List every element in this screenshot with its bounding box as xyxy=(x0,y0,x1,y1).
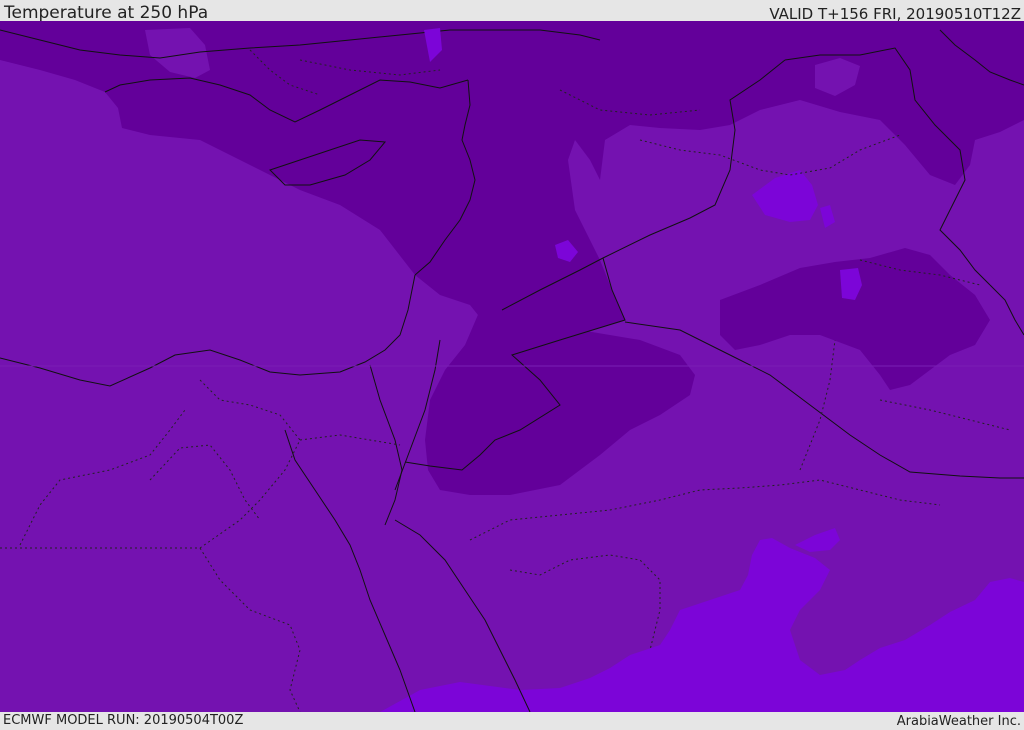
weather-map[interactable] xyxy=(0,21,1024,712)
credit-label: ArabiaWeather Inc. xyxy=(896,714,1021,729)
footer-bar: ECMWF MODEL RUN: 20190504T00Z ArabiaWeat… xyxy=(0,712,1024,729)
map-title: Temperature at 250 hPa xyxy=(4,3,209,23)
map-canvas xyxy=(0,21,1024,712)
model-run-label: ECMWF MODEL RUN: 20190504T00Z xyxy=(3,713,244,728)
header-bar: Temperature at 250 hPa VALID T+156 FRI, … xyxy=(0,0,1024,23)
